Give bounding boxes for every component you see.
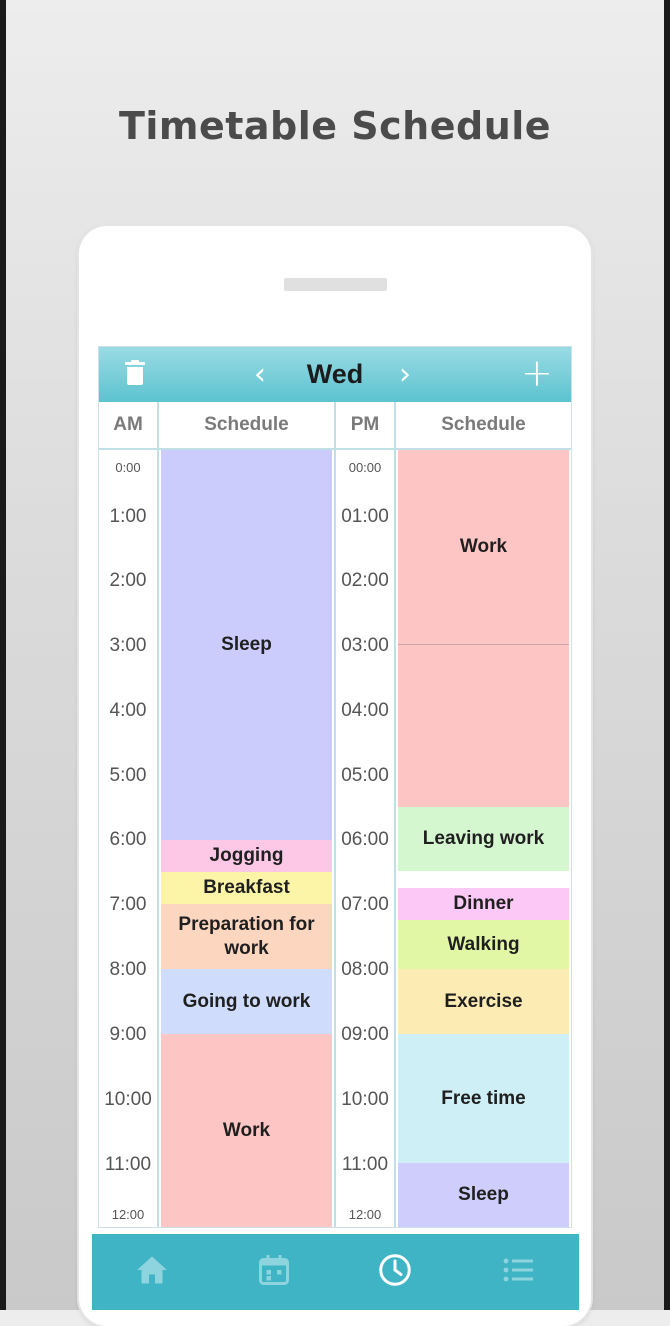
chevron-right-icon[interactable]: › (399, 357, 411, 392)
pm-time-column: 00:00 01:00 02:00 03:00 04:00 05:00 06:00 07:00… (336, 450, 396, 1227)
pm-time-label: 05:00 (341, 765, 389, 786)
pm-schedule-block[interactable]: Dinner (398, 888, 569, 920)
home-icon[interactable] (134, 1252, 174, 1292)
clock-icon[interactable] (377, 1252, 417, 1292)
am-time-column: 0:00 1:00 2:00 3:00 4:00 5:00 6:00 7:00 8:00 9:00… (99, 450, 159, 1227)
am-schedule-block[interactable]: Work (161, 1034, 332, 1227)
am-schedule-block[interactable]: Breakfast (161, 872, 332, 904)
pm-schedule-header: Schedule (441, 414, 526, 435)
pm-time-label: 06:00 (341, 829, 389, 850)
pm-header: PM (336, 402, 396, 448)
pm-schedule-column: Work Leaving work Dinner Walking Exercise Fre… (396, 450, 571, 1227)
pm-schedule-block[interactable]: Free time (398, 1034, 569, 1163)
am-time-label: 8:00 (109, 959, 147, 980)
am-time-label: 9:00 (109, 1024, 147, 1045)
am-time-label: 7:00 (109, 894, 147, 915)
pm-time-label: 07:00 (341, 894, 389, 915)
am-schedule-block[interactable]: Sleep (161, 450, 332, 840)
schedule-screen: ‹ Wed › + AM Schedule PM Schedule 0:00 1:… (98, 346, 572, 1228)
pm-schedule-block[interactable] (398, 644, 569, 807)
am-time-label: 11:00 (104, 1154, 152, 1175)
pm-time-label: 00:00 (348, 460, 382, 475)
day-title: Wed (306, 359, 364, 389)
pm-time-label: 03:00 (341, 635, 389, 656)
left-edge (0, 0, 6, 1310)
bottom-tab-bar (92, 1234, 579, 1310)
right-edge (664, 0, 670, 1310)
am-time-label: 0:00 (115, 460, 141, 475)
toolbar: ‹ Wed › + (99, 347, 571, 402)
calendar-icon[interactable] (256, 1252, 296, 1292)
am-time-label: 4:00 (109, 700, 147, 721)
pm-schedule-block[interactable]: Leaving work (398, 807, 569, 871)
trash-icon[interactable] (124, 360, 146, 388)
chevron-left-icon[interactable]: ‹ (254, 357, 266, 392)
am-schedule-block[interactable]: Preparation for work (161, 904, 332, 969)
pm-schedule-block[interactable]: Sleep (398, 1163, 569, 1227)
am-time-label: 2:00 (109, 570, 147, 591)
pm-time-label: 12:00 (348, 1207, 382, 1222)
phone-speaker (284, 278, 387, 291)
plus-icon[interactable]: + (521, 351, 553, 395)
am-schedule-block[interactable]: Going to work (161, 969, 332, 1034)
pm-schedule-block[interactable]: Work (398, 450, 569, 644)
am-time-label: 3:00 (109, 635, 147, 656)
am-time-label: 1:00 (109, 506, 147, 527)
am-schedule-header: Schedule (159, 402, 336, 448)
pm-time-label: 10:00 (341, 1089, 389, 1110)
promo-title: Timetable Schedule (118, 104, 552, 148)
list-icon[interactable] (500, 1252, 540, 1292)
pm-time-label: 08:00 (341, 959, 389, 980)
pm-time-label: 04:00 (341, 700, 389, 721)
pm-time-label: 09:00 (341, 1024, 389, 1045)
am-schedule-block[interactable]: Jogging (161, 840, 332, 872)
column-header-row: AM Schedule PM Schedule (99, 402, 571, 450)
pm-schedule-block[interactable]: Walking (398, 920, 569, 969)
pm-time-label: 11:00 (341, 1154, 389, 1175)
pm-time-label: 02:00 (341, 570, 389, 591)
pm-schedule-block[interactable]: Exercise (398, 969, 569, 1034)
am-time-label: 5:00 (109, 765, 147, 786)
pm-time-label: 01:00 (341, 506, 389, 527)
am-schedule-column: Sleep Jogging Breakfast Preparation for wor… (159, 450, 336, 1227)
am-time-label: 6:00 (109, 829, 147, 850)
am-header: AM (99, 402, 159, 448)
am-time-label: 12:00 (111, 1207, 145, 1222)
am-time-label: 10:00 (104, 1089, 152, 1110)
